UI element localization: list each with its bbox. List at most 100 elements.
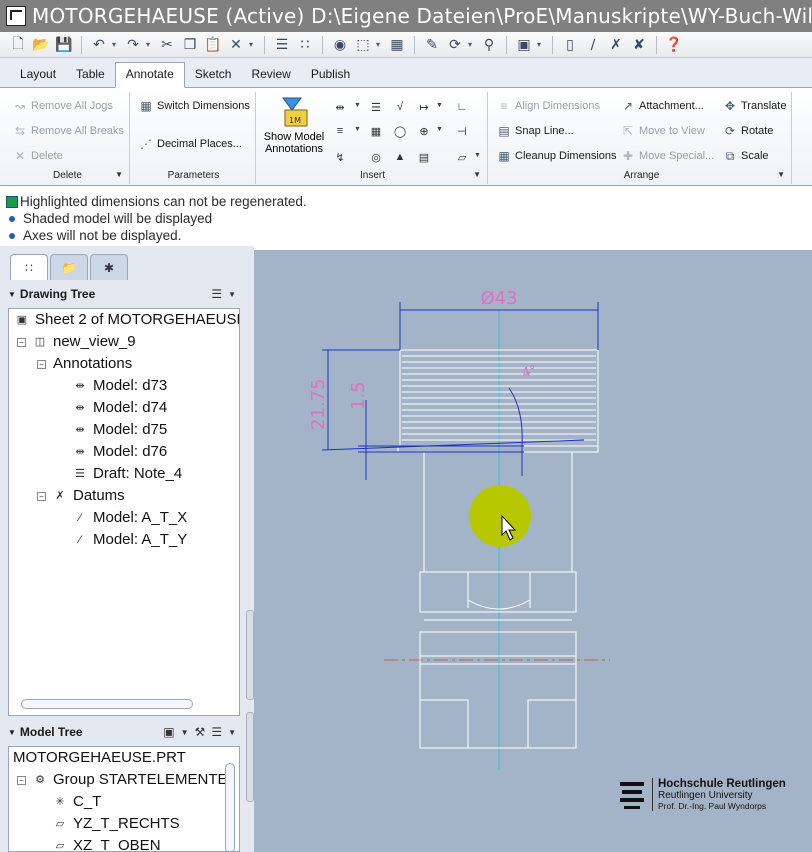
tree-item-feature[interactable]: ▱ XZ_T_OBEN <box>51 837 161 851</box>
tab-sketch[interactable]: Sketch <box>185 61 242 87</box>
horizontal-scrollbar[interactable] <box>21 699 193 709</box>
settings-icon[interactable]: ☰ <box>211 725 222 739</box>
tree-item-datum[interactable]: ∕ Model: A_T_Y <box>71 531 187 548</box>
dropdown-icon[interactable]: ▼ <box>181 728 189 737</box>
open-folder-icon[interactable]: 📂 <box>31 35 51 55</box>
switch-dimensions-button[interactable]: ▦ Switch Dimensions <box>138 98 250 114</box>
tree-item-annotation[interactable]: ⇹ Model: d73 <box>71 377 167 394</box>
translate-button[interactable]: ✥ Translate <box>722 98 786 114</box>
scale-button[interactable]: ⧉ Scale <box>722 148 769 164</box>
undo-dropdown-icon[interactable]: ▾ <box>112 40 120 49</box>
tolerance-icon[interactable]: ≡ <box>330 122 350 140</box>
redo-icon[interactable]: ↷ <box>123 35 143 55</box>
tree-item-annotations[interactable]: Annotations <box>53 355 132 372</box>
dropdown-icon[interactable]: ▼ <box>228 728 236 737</box>
collapse-icon[interactable]: ▼ <box>8 728 16 737</box>
layers-icon[interactable]: ☰ <box>272 35 292 55</box>
edit-icon[interactable]: ✎ <box>422 35 442 55</box>
regenerate-icon[interactable]: ⟳ <box>445 35 465 55</box>
fin-dimension[interactable]: 1.5 <box>348 381 369 410</box>
angle-dimension[interactable]: 4° <box>520 363 539 382</box>
splitter-handle[interactable] <box>246 712 254 802</box>
decimal-places-button[interactable]: ⋰ Decimal Places... <box>138 136 242 152</box>
expander-icon[interactable]: − <box>37 360 46 369</box>
vertical-scrollbar[interactable] <box>225 763 235 851</box>
remove-all-jogs-button[interactable]: ↝ Remove All Jogs <box>12 98 113 114</box>
group-expand-icon[interactable]: ▼ <box>115 170 123 179</box>
tree-item-datum[interactable]: ∕ Model: A_T_X <box>71 509 187 526</box>
table-icon[interactable]: ▦ <box>366 122 386 140</box>
datum-points-icon[interactable]: ✗ <box>606 35 626 55</box>
model-display-icon[interactable]: ▣ <box>163 725 174 739</box>
tab-publish[interactable]: Publish <box>301 61 360 87</box>
delete-button[interactable]: ✕ Delete <box>12 148 63 164</box>
ordinate-dropdown-icon[interactable]: ▼ <box>436 102 443 109</box>
select-dropdown-icon[interactable]: ▾ <box>376 40 384 49</box>
datum-planes-icon[interactable]: ▯ <box>560 35 580 55</box>
tree-icon[interactable]: ∷ <box>295 35 315 55</box>
tree-item-sheet[interactable]: ▣ Sheet 2 of MOTORGEHAEUSE <box>13 311 239 328</box>
group-expand-icon[interactable]: ▼ <box>777 170 785 179</box>
show-model-annotations-button[interactable]: 1M Show Model Annotations <box>262 96 326 162</box>
model-tree-header[interactable]: ▼ Model Tree ▣ ▼ ⚒ ☰ ▼ <box>8 720 240 744</box>
geometric-tolerance-icon[interactable]: ◎ <box>366 148 386 166</box>
display-style-icon[interactable]: ▣ <box>514 35 534 55</box>
datum-axes-icon[interactable]: ∕ <box>583 35 603 55</box>
tab-annotate[interactable]: Annotate <box>114 62 185 88</box>
tree-item-group[interactable]: ⚙ Group STARTELEMENTE <box>31 771 227 788</box>
tab-review[interactable]: Review <box>241 61 300 87</box>
select-box-icon[interactable]: ⬚ <box>353 35 373 55</box>
tree-item-part[interactable]: MOTORGEHAEUSE.PRT <box>13 749 186 766</box>
ordinate-dimension-icon[interactable]: ↦ <box>414 98 434 116</box>
drawing-tree-header[interactable]: ▼ Drawing Tree ☰ ▼ <box>8 282 240 306</box>
cross-hatch-icon[interactable]: ▱ <box>452 148 472 166</box>
align-dimensions-button[interactable]: ≡ Align Dimensions <box>496 98 600 114</box>
attachment-button[interactable]: ↗ Attachment... <box>620 98 704 114</box>
tab-table[interactable]: Table <box>66 61 115 87</box>
tree-item-annotation[interactable]: ⇹ Model: d76 <box>71 443 167 460</box>
group-expand-icon[interactable]: ▼ <box>473 170 481 179</box>
diameter-dimension[interactable]: Ø43 <box>480 288 517 309</box>
cut-icon[interactable]: ✂ <box>157 35 177 55</box>
snap-line-button[interactable]: ▤ Snap Line... <box>496 123 573 139</box>
expander-icon[interactable]: − <box>17 338 26 347</box>
datum-target-icon[interactable]: ⊣ <box>452 122 472 140</box>
expander-icon[interactable]: − <box>17 776 26 785</box>
collapse-icon[interactable]: ▼ <box>8 290 16 299</box>
undo-icon[interactable]: ↶ <box>89 35 109 55</box>
symbol-dropdown-icon[interactable]: ▼ <box>436 126 443 133</box>
rotate-button[interactable]: ⟳ Rotate <box>722 123 773 139</box>
symbol-icon[interactable]: ⊕ <box>414 122 434 140</box>
paste-icon[interactable]: 📋 <box>203 35 223 55</box>
tolerance-dropdown-icon[interactable]: ▼ <box>354 126 361 133</box>
save-icon[interactable]: 💾 <box>54 35 74 55</box>
remove-all-breaks-button[interactable]: ⇆ Remove All Breaks <box>12 123 124 139</box>
tools-icon[interactable]: ⚒ <box>195 725 206 739</box>
settings-icon[interactable]: ☰ <box>211 287 222 301</box>
tree-item-annotation[interactable]: ⇹ Model: d75 <box>71 421 167 438</box>
csys-icon[interactable]: ✘ <box>629 35 649 55</box>
tree-item-feature[interactable]: ✳ C_T <box>51 793 101 810</box>
tree-item-annotation[interactable]: ☰ Draft: Note_4 <box>71 465 182 482</box>
display-style-dropdown-icon[interactable]: ▾ <box>537 40 545 49</box>
redo-dropdown-icon[interactable]: ▾ <box>146 40 154 49</box>
tree-item-feature[interactable]: ▱ YZ_T_RECHTS <box>51 815 180 832</box>
find-icon[interactable]: ◉ <box>330 35 350 55</box>
expander-icon[interactable]: − <box>37 492 46 501</box>
relations-icon[interactable]: ▦ <box>387 35 407 55</box>
zoom-icon[interactable]: ⚲ <box>479 35 499 55</box>
move-to-view-button[interactable]: ⇱ Move to View <box>620 123 705 139</box>
new-file-icon[interactable]: 🗋 <box>8 35 28 55</box>
tree-item-annotation[interactable]: ⇹ Model: d74 <box>71 399 167 416</box>
delete-dropdown-icon[interactable]: ▾ <box>249 40 257 49</box>
copy-icon[interactable]: ❐ <box>180 35 200 55</box>
jog-icon[interactable]: ↯ <box>330 148 350 166</box>
surface-finish-icon[interactable]: √ <box>390 98 410 116</box>
reference-dimension-icon[interactable]: ∟ <box>452 98 472 116</box>
delete-icon[interactable]: ✕ <box>226 35 246 55</box>
note-icon[interactable]: ☰ <box>366 98 386 116</box>
tab-favorites[interactable]: ✱ <box>90 254 128 280</box>
balloon-icon[interactable]: ◯ <box>390 122 410 140</box>
tree-item-view[interactable]: ◫ new_view_9 <box>31 333 136 350</box>
splitter-handle[interactable] <box>246 610 254 700</box>
